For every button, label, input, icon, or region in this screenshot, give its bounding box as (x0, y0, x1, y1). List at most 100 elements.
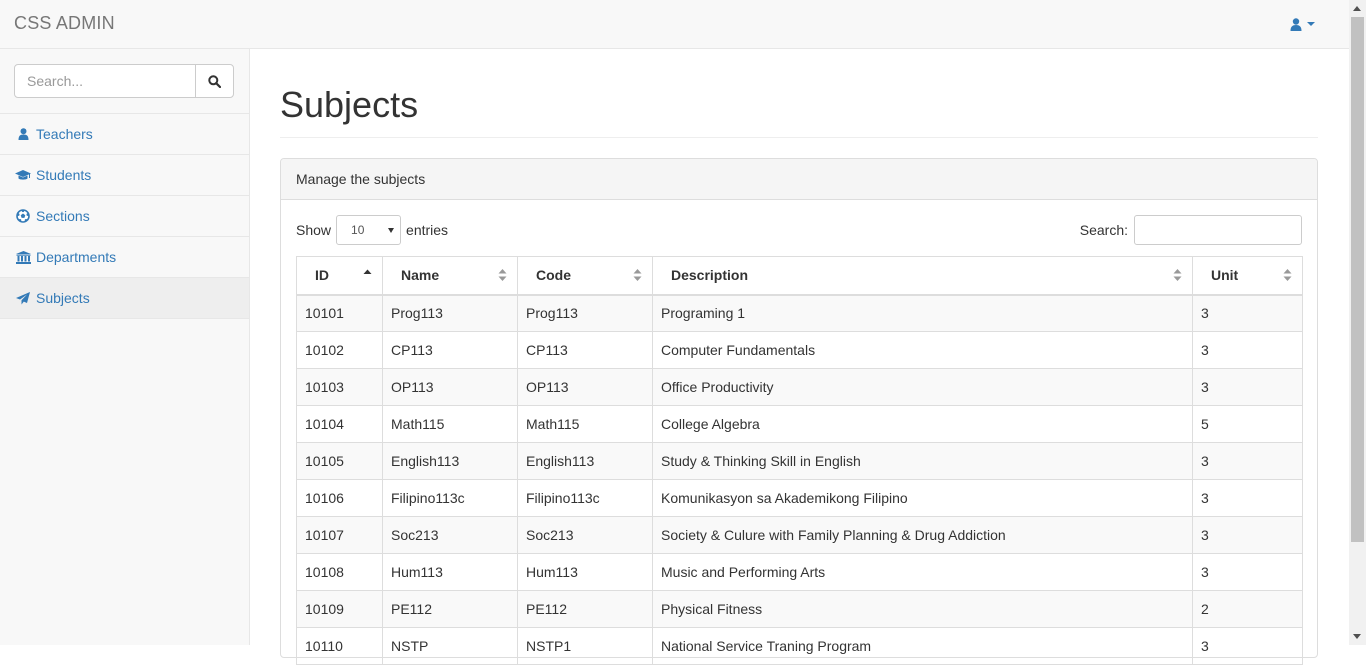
user-icon (1290, 17, 1302, 31)
cell-name: Prog113 (382, 294, 518, 332)
cell-name: English113 (382, 442, 518, 480)
chevron-down-icon (1307, 22, 1315, 26)
cell-id: 10102 (296, 331, 383, 369)
table-header-row: ID Name Code Description Unit (296, 256, 1303, 296)
cell-unit: 3 (1192, 516, 1303, 554)
page-length-select[interactable]: 10 (336, 215, 402, 245)
cell-code: PE112 (517, 590, 653, 628)
cell-name: Math115 (382, 405, 518, 443)
sidebar-search (0, 49, 249, 114)
title-divider (280, 137, 1318, 138)
cell-description: Study & Thinking Skill in English (652, 442, 1193, 480)
column-header-label: ID (315, 267, 329, 284)
cell-code: English113 (517, 442, 653, 480)
cell-description: Music and Performing Arts (652, 553, 1193, 591)
cell-code: Math115 (517, 405, 653, 443)
cell-description: National Service Traning Program (652, 627, 1193, 665)
entries-label: entries (406, 222, 449, 238)
cell-code: Prog113 (517, 294, 653, 332)
page-title: Subjects (280, 84, 419, 125)
cell-code: Filipino113c (517, 479, 653, 517)
table-row[interactable]: 10106 Filipino113c Filipino113c Komunikasyo… (296, 479, 1303, 517)
cell-code: Soc213 (517, 516, 653, 554)
column-header-label: Unit (1211, 267, 1239, 284)
cell-name: NSTP (382, 627, 518, 665)
cell-name: PE112 (382, 590, 518, 628)
sidebar-item-sections[interactable]: Sections (0, 196, 249, 237)
table-row[interactable]: 10107 Soc213 Soc213 Society & Culure with F… (296, 516, 1303, 554)
cell-name: OP113 (382, 368, 518, 406)
cell-unit: 5 (1192, 405, 1303, 443)
sidebar: Teachers Students Sections (0, 49, 250, 645)
page-scrollbar[interactable] (1349, 0, 1366, 645)
column-header-label: Description (671, 267, 749, 284)
column-header-label: Code (536, 267, 571, 284)
cell-id: 10110 (296, 627, 383, 665)
sidebar-item-subjects[interactable]: Subjects (0, 278, 249, 319)
scroll-up-arrow-icon[interactable] (1353, 6, 1361, 11)
table-row[interactable]: 10109 PE112 PE112 Physical Fitness 2 (296, 590, 1303, 628)
table-row[interactable]: 10110 NSTP NSTP1 National Service Traning P… (296, 627, 1303, 665)
cell-unit: 2 (1192, 590, 1303, 628)
sidebar-item-label: Teachers (36, 126, 93, 142)
sidebar-item-departments[interactable]: Departments (0, 237, 249, 278)
table-row[interactable]: 10108 Hum113 Hum113 Music and Performing Ar… (296, 553, 1303, 591)
sidebar-search-input[interactable] (14, 64, 196, 98)
cell-description: Programing 1 (652, 294, 1193, 332)
search-icon (208, 74, 221, 88)
column-header-code[interactable]: Code (517, 256, 653, 296)
table-search-input[interactable] (1134, 215, 1302, 245)
cell-description: College Algebra (652, 405, 1193, 443)
subjects-table: ID Name Code Description Unit 10101 Prog… (296, 256, 1303, 665)
cell-id: 10108 (296, 553, 383, 591)
paper-plane-icon (15, 291, 31, 305)
column-header-description[interactable]: Description (652, 256, 1193, 296)
cell-name: Soc213 (382, 516, 518, 554)
column-header-label: Name (401, 267, 440, 284)
page-length-value: 10 (351, 223, 365, 237)
soccer-ball-icon (15, 209, 31, 223)
column-header-name[interactable]: Name (382, 256, 518, 296)
sidebar-item-label: Departments (36, 249, 117, 265)
table-row[interactable]: 10103 OP113 OP113 Office Productivity 3 (296, 368, 1303, 406)
cell-unit: 3 (1192, 368, 1303, 406)
table-row[interactable]: 10105 English113 English113 Study & Thinkin… (296, 442, 1303, 480)
table-row[interactable]: 10104 Math115 Math115 College Algebra 5 (296, 405, 1303, 443)
page-length-control: Show 10 entries (296, 215, 448, 245)
cell-name: CP113 (382, 331, 518, 369)
top-navbar: CSS ADMIN (0, 0, 1349, 49)
brand-logo[interactable]: CSS ADMIN (14, 13, 115, 34)
cell-description: Society & Culure with Family Planning & … (652, 516, 1193, 554)
cell-description: Physical Fitness (652, 590, 1193, 628)
cell-id: 10103 (296, 368, 383, 406)
column-header-unit[interactable]: Unit (1192, 256, 1303, 296)
sidebar-item-students[interactable]: Students (0, 155, 249, 196)
table-row[interactable]: 10102 CP113 CP113 Computer Fundamentals 3 (296, 331, 1303, 369)
table-row[interactable]: 10101 Prog113 Prog113 Programing 13 (296, 294, 1303, 332)
cell-unit: 3 (1192, 442, 1303, 480)
cell-code: OP113 (517, 368, 653, 406)
cell-unit: 3 (1192, 294, 1303, 332)
subjects-panel: Manage the subjects Show 10 entries Sear… (280, 158, 1318, 665)
sidebar-item-label: Subjects (36, 290, 90, 306)
institution-icon (15, 250, 31, 264)
chevron-down-icon (388, 227, 395, 233)
table-filter-control: Search: (1080, 215, 1302, 245)
sidebar-search-button[interactable] (195, 64, 234, 98)
sort-icon (1283, 269, 1292, 282)
sort-ascending-icon (363, 269, 372, 275)
cell-code: CP113 (517, 331, 653, 369)
cell-name: Hum113 (382, 553, 518, 591)
cell-unit: 3 (1192, 627, 1303, 665)
column-header-id[interactable]: ID (296, 256, 383, 296)
user-menu-toggle[interactable] (1290, 15, 1322, 33)
cell-id: 10106 (296, 479, 383, 517)
cell-id: 10105 (296, 442, 383, 480)
show-label: Show (296, 222, 332, 238)
cell-unit: 3 (1192, 479, 1303, 517)
scroll-down-arrow-icon[interactable] (1353, 634, 1361, 639)
scrollbar-thumb[interactable] (1351, 17, 1364, 542)
cell-id: 10107 (296, 516, 383, 554)
sort-icon (498, 269, 507, 282)
sidebar-item-teachers[interactable]: Teachers (0, 114, 249, 155)
